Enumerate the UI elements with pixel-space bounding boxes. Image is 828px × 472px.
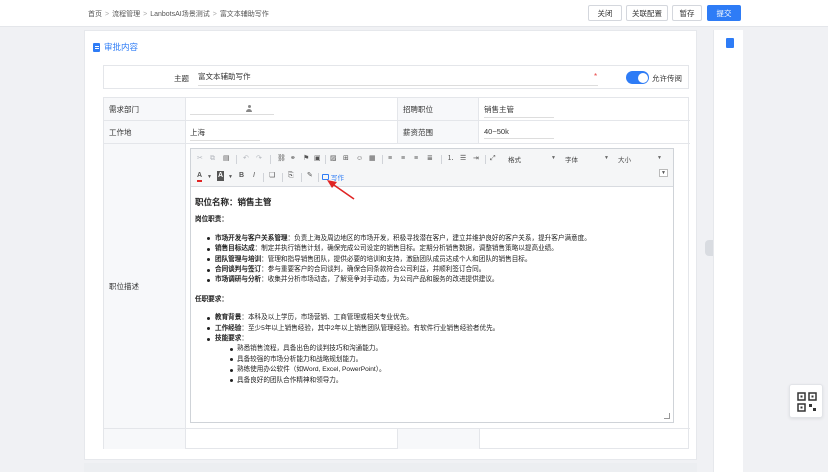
redo-icon[interactable]: ↷ bbox=[256, 154, 262, 164]
link-icon[interactable]: ⛓ bbox=[277, 154, 286, 164]
bold-icon[interactable]: B bbox=[239, 171, 244, 181]
job-form: 需求部门 招聘职位 销售主管 工作地 上海 薪资范围 40~50k 职位描述 ✂… bbox=[103, 97, 690, 449]
close-button[interactable]: 关闭 bbox=[588, 5, 622, 21]
background-color-icon[interactable]: A bbox=[217, 171, 225, 181]
bottom-section bbox=[84, 463, 697, 472]
undo-icon[interactable]: ↶ bbox=[243, 154, 249, 164]
ai-write-button[interactable]: 写作 bbox=[322, 172, 344, 182]
document-icon[interactable] bbox=[726, 38, 734, 48]
list-item: 工作经验：至少5年以上销售经验，其中2年以上销售团队管理经验。有软件行业销售经验… bbox=[195, 324, 669, 334]
subject-row: 主题 富文本辅助写作 * 允许传阅 bbox=[103, 65, 689, 89]
italic-icon[interactable]: I bbox=[253, 171, 255, 181]
list-item: 市场开发与客户关系管理：负责上海及周边地区的市场开发，积极寻找潜在客户，建立并维… bbox=[195, 234, 669, 244]
anchor-icon[interactable]: ⚑ bbox=[303, 154, 309, 164]
emoji-icon[interactable]: ☺ bbox=[356, 154, 363, 164]
dept-label: 需求部门 bbox=[104, 98, 186, 120]
qr-code-button[interactable] bbox=[789, 384, 823, 418]
rich-text-editor: ✂ ⧉ ▤ ↶ ↷ ⛓ ⚭ ⚑ ▣ ▨ ⊞ ☺ ▦ ≡ ≡ ≡ ≣ ⒈ ☰ ⇥ … bbox=[190, 148, 674, 423]
paste-icon[interactable]: ▤ bbox=[223, 154, 230, 164]
font-dropdown[interactable]: 字体 ▼ bbox=[563, 154, 611, 165]
magic-wand-icon[interactable]: ✎ bbox=[307, 171, 313, 181]
list-item: 技能要求： bbox=[195, 334, 669, 344]
copy-icon[interactable]: ⧉ bbox=[210, 154, 215, 164]
qr-code-icon bbox=[797, 392, 817, 412]
list-item: 教育背景：本科及以上学历，市场营销、工商管理或相关专业优先。 bbox=[195, 313, 669, 323]
chevron-down-icon: ▼ bbox=[551, 155, 556, 161]
align-justify-icon[interactable]: ≣ bbox=[427, 154, 433, 164]
top-bar: 首页 > 流程管理 > LanbotsAI场景测试 > 富文本辅助写作 关闭 关联配置 暂存… bbox=[0, 0, 828, 27]
more-options-icon[interactable]: ▼ bbox=[659, 169, 668, 177]
table-icon[interactable]: ▦ bbox=[369, 154, 376, 164]
collapse-handle[interactable] bbox=[705, 240, 713, 256]
breadcrumb-home[interactable]: 首页 bbox=[88, 11, 102, 18]
resize-handle[interactable] bbox=[664, 413, 670, 419]
align-right-icon[interactable]: ≡ bbox=[414, 154, 418, 164]
editor-toolbar: ✂ ⧉ ▤ ↶ ↷ ⛓ ⚭ ⚑ ▣ ▨ ⊞ ☺ ▦ ≡ ≡ ≡ ≣ ⒈ ☰ ⇥ … bbox=[191, 149, 673, 187]
breadcrumb-scene[interactable]: LanbotsAI场景测试 bbox=[150, 11, 210, 18]
skills-list: 熟悉销售流程，具备出色的谈判技巧和沟通能力。 具备较强的市场分析能力和战略规划能… bbox=[195, 344, 669, 386]
doc-title: 职位名称：销售主管 bbox=[195, 197, 272, 207]
allow-circulation-toggle[interactable] bbox=[626, 71, 649, 84]
save-draft-button[interactable]: 暂存 bbox=[672, 5, 702, 21]
salary-label: 薪资范围 bbox=[397, 121, 479, 143]
empty-label-cell bbox=[104, 429, 186, 449]
align-center-icon[interactable]: ≡ bbox=[401, 154, 405, 164]
chevron-down-icon[interactable]: ▼ bbox=[228, 172, 233, 182]
chevron-down-icon: ▼ bbox=[604, 155, 609, 161]
submit-button[interactable]: 提交 bbox=[707, 5, 741, 21]
breadcrumb-current: 富文本辅助写作 bbox=[219, 11, 269, 18]
image-box-icon[interactable]: ▣ bbox=[314, 154, 321, 164]
list-item: 具备较强的市场分析能力和战略规划能力。 bbox=[195, 355, 669, 365]
indent-icon[interactable]: ⇥ bbox=[473, 154, 479, 164]
editor-content[interactable]: 职位名称：销售主管 岗位职责： 市场开发与客户关系管理：负责上海及周边地区的市场… bbox=[195, 197, 669, 386]
breadcrumb: 首页 > 流程管理 > LanbotsAI场景测试 > 富文本辅助写作 bbox=[88, 11, 269, 18]
user-picker-icon[interactable] bbox=[246, 105, 252, 112]
subject-input[interactable]: 富文本辅助写作 bbox=[198, 71, 598, 86]
approval-panel: 审批内容 主题 富文本辅助写作 * 允许传阅 需求部门 招聘职位 销售主管 工作… bbox=[84, 30, 697, 460]
required-mark: * bbox=[594, 72, 598, 81]
position-label: 招聘职位 bbox=[397, 98, 479, 120]
write-icon bbox=[322, 174, 329, 180]
workplace-input[interactable]: 上海 bbox=[190, 127, 260, 141]
quote-icon[interactable]: ❏ bbox=[269, 171, 275, 181]
desc-label: 职位描述 bbox=[104, 144, 186, 428]
salary-input[interactable]: 40~50k bbox=[484, 127, 554, 139]
duties-heading: 岗位职责： bbox=[195, 216, 228, 224]
empty-label-cell-2 bbox=[398, 429, 480, 449]
link-config-button[interactable]: 关联配置 bbox=[626, 5, 668, 21]
template-icon[interactable]: ⎘ bbox=[288, 171, 294, 181]
allow-circulation-label: 允许传阅 bbox=[652, 74, 682, 83]
fullscreen-icon[interactable]: ⤢ bbox=[490, 154, 496, 164]
chevron-down-icon: ▼ bbox=[657, 155, 662, 161]
list-item: 销售目标达成：制定并执行销售计划，确保完成公司设定的销售目标。定期分析销售数据，… bbox=[195, 244, 669, 254]
list-item: 合同谈判与签订：参与重要客户的合同谈判，确保合同条款符合公司利益，并顺利签订合同… bbox=[195, 265, 669, 275]
requirements-list: 教育背景：本科及以上学历，市场营销、工商管理或相关专业优先。 工作经验：至少5年… bbox=[195, 313, 669, 344]
list-item: 熟悉销售流程，具备出色的谈判技巧和沟通能力。 bbox=[195, 344, 669, 354]
workplace-label: 工作地 bbox=[104, 121, 186, 143]
image-icon[interactable]: ▨ bbox=[330, 154, 337, 164]
document-icon bbox=[93, 42, 100, 52]
chevron-down-icon[interactable]: ▼ bbox=[207, 172, 212, 182]
list-item: 团队管理与培训：管理和指导销售团队，提供必要的培训和支持，激励团队成员达成个人和… bbox=[195, 255, 669, 265]
duties-list: 市场开发与客户关系管理：负责上海及周边地区的市场开发，积极寻找潜在客户，建立并维… bbox=[195, 234, 669, 286]
list-item: 市场调研与分析：收集并分析市场动态，了解竞争对手动态，为公司产品和服务的改进提供… bbox=[195, 275, 669, 285]
bullet-list-icon[interactable]: ☰ bbox=[460, 154, 466, 164]
ordered-list-icon[interactable]: ⒈ bbox=[447, 154, 454, 164]
subject-label: 主题 bbox=[174, 74, 189, 83]
format-dropdown[interactable]: 格式 ▼ bbox=[506, 154, 558, 165]
size-dropdown[interactable]: 大小 ▼ bbox=[616, 154, 664, 165]
list-item: 具备良好的团队合作精神和领导力。 bbox=[195, 376, 669, 386]
cut-icon[interactable]: ✂ bbox=[197, 154, 203, 164]
requirements-heading: 任职要求： bbox=[195, 295, 228, 303]
text-color-icon[interactable]: A bbox=[197, 172, 203, 182]
media-icon[interactable]: ⊞ bbox=[343, 154, 349, 164]
section-title: 审批内容 bbox=[93, 41, 138, 53]
right-rail bbox=[713, 30, 743, 472]
breadcrumb-process[interactable]: 流程管理 bbox=[112, 11, 140, 18]
dept-input[interactable] bbox=[190, 104, 274, 115]
position-input[interactable]: 销售主管 bbox=[484, 104, 554, 118]
list-item: 熟练使用办公软件（如Word, Excel, PowerPoint）。 bbox=[195, 365, 669, 375]
align-left-icon[interactable]: ≡ bbox=[388, 154, 392, 164]
unlink-icon[interactable]: ⚭ bbox=[290, 154, 296, 164]
